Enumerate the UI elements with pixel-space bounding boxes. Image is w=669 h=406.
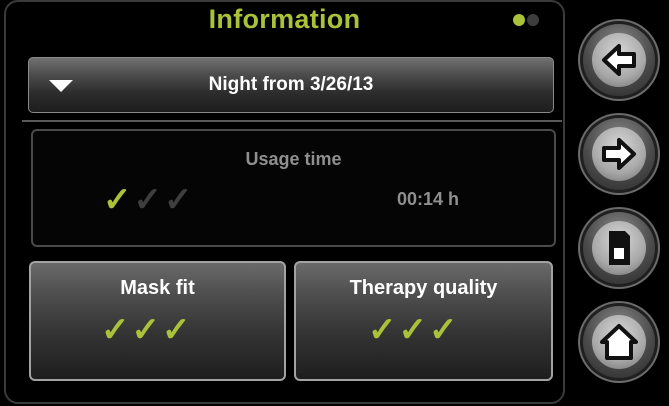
check-icon: ✓ — [133, 181, 163, 219]
therapy-quality-title: Therapy quality — [349, 277, 498, 299]
check-icon: ✓ — [162, 311, 191, 349]
check-icon: ✓ — [103, 181, 132, 219]
forward-button[interactable] — [583, 118, 655, 190]
check-icon: ✓ — [131, 311, 161, 349]
info-screen: Information Night from 3/26/13 Usage tim… — [4, 0, 565, 404]
check-icon: ✓ — [398, 311, 428, 349]
page-title: Information — [208, 4, 361, 34]
usage-rating: ✓ ✓ ✓ — [103, 183, 193, 217]
divider — [22, 120, 562, 122]
mask-fit-title: Mask fit — [120, 277, 195, 299]
usage-time-title: Usage time — [245, 149, 342, 169]
sd-card-button[interactable] — [583, 212, 655, 284]
home-button[interactable] — [583, 306, 655, 378]
check-icon: ✓ — [101, 311, 130, 349]
page-indicator — [513, 14, 539, 26]
therapy-quality-rating: ✓ ✓ ✓ — [368, 313, 458, 347]
night-label: Night from 3/26/13 — [208, 74, 374, 95]
check-icon: ✓ — [368, 311, 397, 349]
mask-fit-button[interactable]: Mask fit ✓ ✓ ✓ — [29, 261, 286, 381]
usage-time-panel: Usage time ✓ ✓ ✓ 00:14 h — [31, 129, 556, 247]
back-button[interactable] — [583, 24, 655, 96]
usage-time-value: 00:14 h — [396, 189, 460, 209]
night-selector-button[interactable]: Night from 3/26/13 — [28, 57, 554, 113]
arrow-right-icon — [602, 138, 636, 170]
sd-card-icon — [609, 231, 630, 265]
check-icon: ✓ — [429, 311, 458, 349]
mask-fit-rating: ✓ ✓ ✓ — [101, 313, 191, 347]
home-icon — [600, 324, 638, 360]
page-dot-inactive — [527, 14, 539, 26]
page-dot-active — [513, 14, 525, 26]
therapy-quality-button[interactable]: Therapy quality ✓ ✓ ✓ — [294, 261, 553, 381]
arrow-left-icon — [602, 44, 636, 76]
check-icon: ✓ — [164, 181, 193, 219]
